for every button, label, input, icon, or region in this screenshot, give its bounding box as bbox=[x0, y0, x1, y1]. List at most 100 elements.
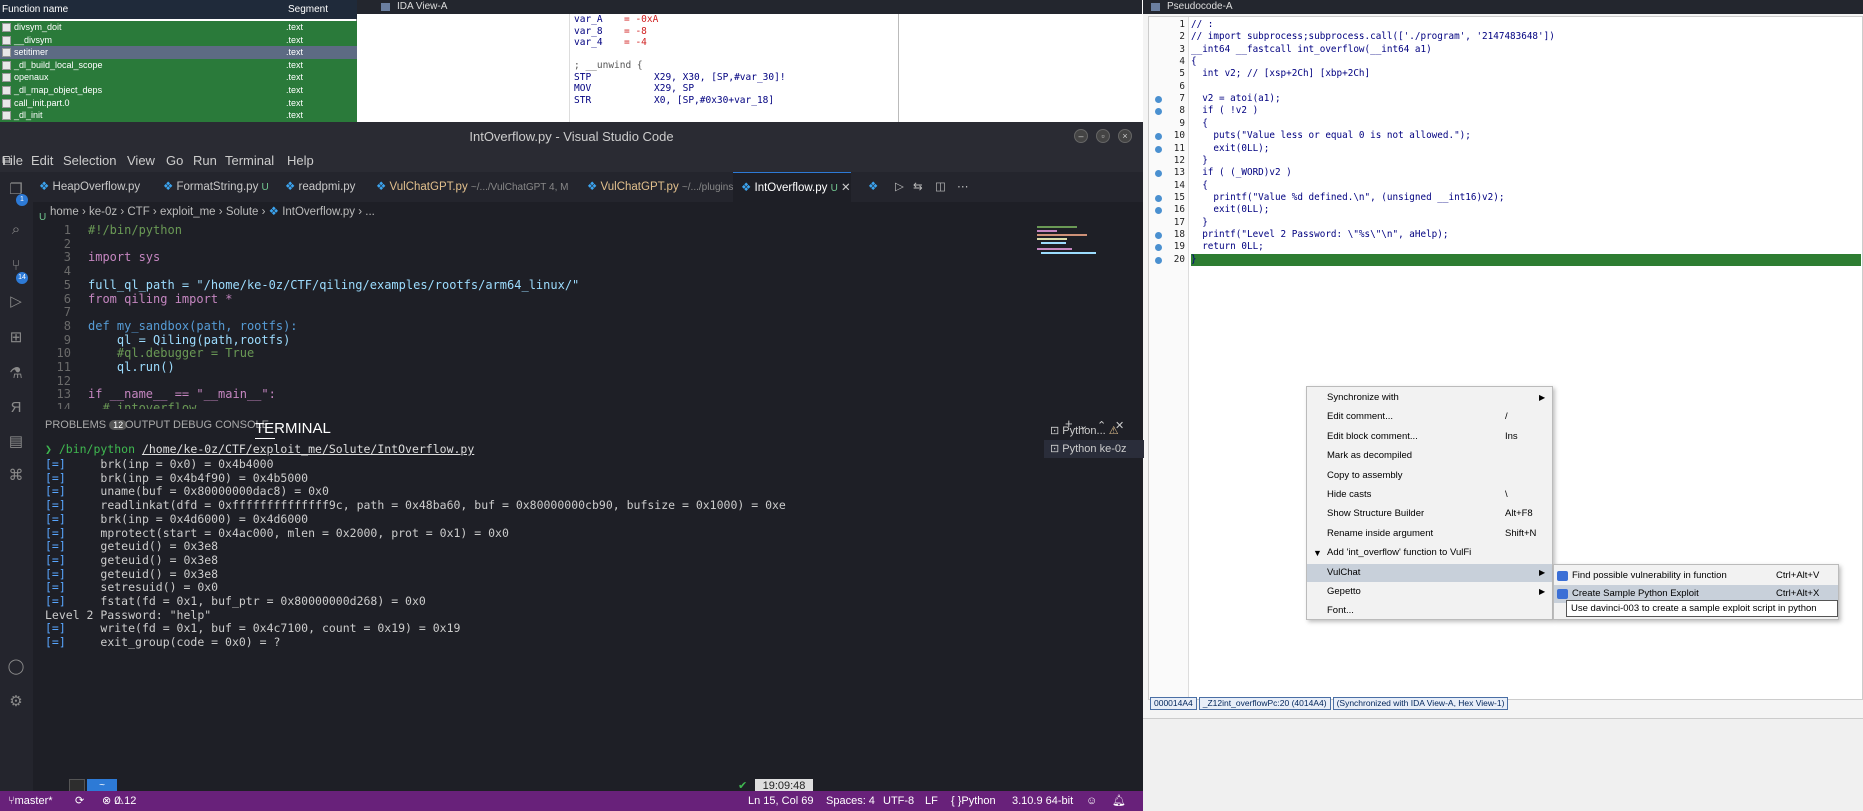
breakpoint-dot-icon[interactable] bbox=[1155, 231, 1162, 239]
python-icon[interactable]: ⌘ bbox=[6, 466, 26, 486]
context-menu-item[interactable]: Edit block comment... Ins bbox=[1307, 428, 1552, 447]
function-row[interactable]: __divsym .text bbox=[0, 33, 357, 47]
settings-gear-icon[interactable]: ⚙ bbox=[6, 692, 26, 712]
notes-icon[interactable]: ▤ bbox=[6, 432, 26, 452]
terminal-line: [=] setresuid() = 0x0 bbox=[45, 580, 219, 595]
terminal-line: [=] readlinkat(dfd = 0xffffffffffffff9c,… bbox=[45, 498, 786, 513]
plugin-icon bbox=[1557, 589, 1568, 599]
context-menu-item[interactable]: Copy to assembly bbox=[1307, 467, 1552, 486]
breakpoint-dot-icon[interactable] bbox=[1155, 145, 1162, 153]
maximize-button[interactable]: ▫ bbox=[1096, 129, 1110, 143]
terminal-output[interactable]: ❯ /bin/python /home/ke-0z/CTF/exploit_me… bbox=[33, 438, 903, 778]
sync-icon[interactable]: ⟳ bbox=[75, 791, 84, 811]
more-actions-icon[interactable]: ⋯ bbox=[957, 172, 977, 202]
function-segment: .text bbox=[286, 34, 304, 45]
crumb[interactable]: ke-0z bbox=[89, 206, 117, 218]
crumb[interactable]: ... bbox=[365, 206, 375, 218]
context-menu-item[interactable]: Edit comment... / bbox=[1307, 408, 1552, 427]
breakpoint-dot-icon[interactable] bbox=[1155, 194, 1162, 202]
function-row[interactable]: openaux .text bbox=[0, 71, 357, 84]
function-row[interactable]: divsym_doit .text bbox=[0, 21, 357, 34]
problems-indicator[interactable]: ⊗ 0 ⚠ 12 bbox=[102, 791, 136, 811]
context-menu-item[interactable]: Add 'int_overflow' function to VulFi ▼ bbox=[1307, 544, 1552, 563]
context-menu-item[interactable]: Hide casts \ bbox=[1307, 486, 1552, 505]
tab-heapoverflow[interactable]: ❖ HeapOverflow.py U bbox=[33, 172, 145, 223]
cursor-position[interactable]: Ln 15, Col 69 bbox=[748, 791, 813, 811]
run-file-icon[interactable]: ▷ bbox=[895, 172, 915, 202]
encoding[interactable]: UTF-8 bbox=[883, 791, 914, 811]
context-menu-item[interactable]: Synchronize with ▶ bbox=[1307, 389, 1552, 408]
terminal-session-active[interactable]: ⊡ Python ke-0z bbox=[1044, 440, 1144, 458]
terminal-session[interactable]: ⊡ Python... ⚠ bbox=[1044, 422, 1144, 440]
tab-vulchatgpt-1[interactable]: ❖ VulChatGPT.py ~/.../VulChatGPT 4, M bbox=[376, 172, 572, 202]
column-function-name[interactable]: Function name bbox=[2, 4, 68, 15]
line-number: 3 bbox=[1179, 43, 1185, 55]
menu-view[interactable]: View bbox=[127, 153, 155, 168]
tab-readpmi[interactable]: ❖ readpmi.py bbox=[285, 172, 373, 202]
menu-run[interactable]: Run bbox=[193, 153, 217, 168]
function-row-selected[interactable]: setitimer .text bbox=[0, 46, 357, 59]
minimize-button[interactable]: – bbox=[1074, 129, 1088, 143]
menu-selection[interactable]: Selection bbox=[63, 153, 116, 168]
menu-terminal[interactable]: Terminal bbox=[225, 153, 274, 168]
line-number: 2 bbox=[1179, 31, 1185, 43]
tab-intoverflow[interactable]: ❖ IntOverflow.py U ✕ bbox=[733, 172, 851, 202]
tab-vulchatgpt-2[interactable]: ❖ VulChatGPT.py ~/.../plugins 4 bbox=[587, 172, 757, 202]
menu-help[interactable]: Help bbox=[287, 153, 314, 168]
breakpoint-dot-icon[interactable] bbox=[1155, 256, 1162, 264]
panel-tab-problems[interactable]: PROBLEMS 12 bbox=[45, 419, 128, 431]
run-debug-icon[interactable]: ▷ bbox=[6, 292, 26, 312]
function-row[interactable]: _dl_build_local_scope .text bbox=[0, 58, 357, 72]
crumb[interactable]: home bbox=[50, 206, 79, 218]
line-ending[interactable]: LF bbox=[925, 791, 938, 811]
column-segment[interactable]: Segment bbox=[288, 4, 328, 15]
account-icon[interactable]: ◯ bbox=[6, 657, 26, 677]
crumb[interactable]: Solute bbox=[226, 206, 259, 218]
pseudocode-tab[interactable]: Pseudocode-A bbox=[1143, 0, 1863, 14]
menu-go[interactable]: Go bbox=[166, 153, 183, 168]
status-function: _Z12int_overflowPc:20 (4014A4) bbox=[1198, 697, 1331, 710]
function-row[interactable]: call_init.part.0 .text bbox=[0, 96, 357, 110]
close-tab-icon[interactable]: ✕ bbox=[841, 182, 851, 194]
yandex-icon[interactable]: Я bbox=[6, 398, 26, 418]
disassembly-listing[interactable]: var_A = -0xA var_8 = -8 var_4 = -4 ; __unwi… bbox=[569, 14, 899, 122]
context-menu-item[interactable]: Gepetto ▶ bbox=[1307, 583, 1552, 602]
extensions-icon[interactable]: ⊞ bbox=[6, 328, 26, 348]
code-editor[interactable]: 1 #!/bin/python 2 3 import sys 4 5 full_ql_path… bbox=[33, 222, 1143, 409]
indentation[interactable]: Spaces: 4 bbox=[826, 791, 875, 811]
language-mode[interactable]: { } Python bbox=[951, 791, 996, 811]
find-vulnerability-item[interactable]: Find possible vulnerability in function C… bbox=[1554, 567, 1838, 585]
notifications-icon[interactable]: 🔔︎ bbox=[1112, 791, 1126, 811]
context-menu-item[interactable]: Font... bbox=[1307, 602, 1552, 621]
tab-formatstring[interactable]: ❖ FormatString.py U bbox=[163, 172, 273, 202]
branch-indicator[interactable]: ⑂ master* bbox=[8, 791, 53, 811]
disassembly-pane[interactable]: var_A = -0xA var_8 = -8 var_4 = -4 ; __unwi… bbox=[379, 14, 1144, 122]
python-file-icon: ❖ bbox=[163, 181, 177, 193]
minimap[interactable] bbox=[1035, 224, 1096, 284]
function-name: openaux bbox=[14, 72, 49, 83]
compare-icon[interactable]: ⇆ bbox=[913, 172, 933, 202]
function-row[interactable]: _dl_init .text bbox=[0, 109, 357, 122]
split-editor-icon[interactable]: ◫ bbox=[935, 172, 955, 202]
crumb[interactable]: CTF bbox=[127, 206, 149, 218]
panel-tab-output[interactable]: OUTPUT bbox=[125, 419, 170, 431]
crumb[interactable]: exploit_me bbox=[160, 206, 216, 218]
function-row[interactable]: _dl_map_object_deps .text bbox=[0, 83, 357, 97]
menu-edit[interactable]: Edit bbox=[31, 153, 53, 168]
python-interpreter[interactable]: 3.10.9 64-bit bbox=[1012, 791, 1073, 811]
code-line: 14 # intoverflow bbox=[56, 401, 197, 409]
crumb[interactable]: IntOverflow.py bbox=[282, 206, 355, 218]
feedback-icon[interactable]: ☺ bbox=[1086, 791, 1097, 811]
close-button[interactable]: × bbox=[1118, 129, 1132, 143]
panel-tab-terminal[interactable]: TERMINAL bbox=[255, 419, 331, 439]
tab-overflow-icon[interactable]: ❖ bbox=[868, 172, 898, 202]
pseudocode-line: { bbox=[1191, 179, 1208, 191]
context-menu-item[interactable]: Show Structure Builder Alt+F8 bbox=[1307, 505, 1552, 524]
search-icon[interactable]: ⌕ bbox=[6, 220, 26, 240]
context-menu-item[interactable]: VulChat ▶ bbox=[1307, 563, 1552, 583]
testing-icon[interactable]: ⚗ bbox=[6, 364, 26, 384]
context-menu-item[interactable]: Mark as decompiled bbox=[1307, 447, 1552, 466]
ida-view-tab[interactable]: IDA View-A bbox=[357, 0, 1142, 14]
context-menu-item[interactable]: Rename inside argument Shift+N bbox=[1307, 525, 1552, 544]
menu-file[interactable]: File bbox=[2, 153, 23, 168]
